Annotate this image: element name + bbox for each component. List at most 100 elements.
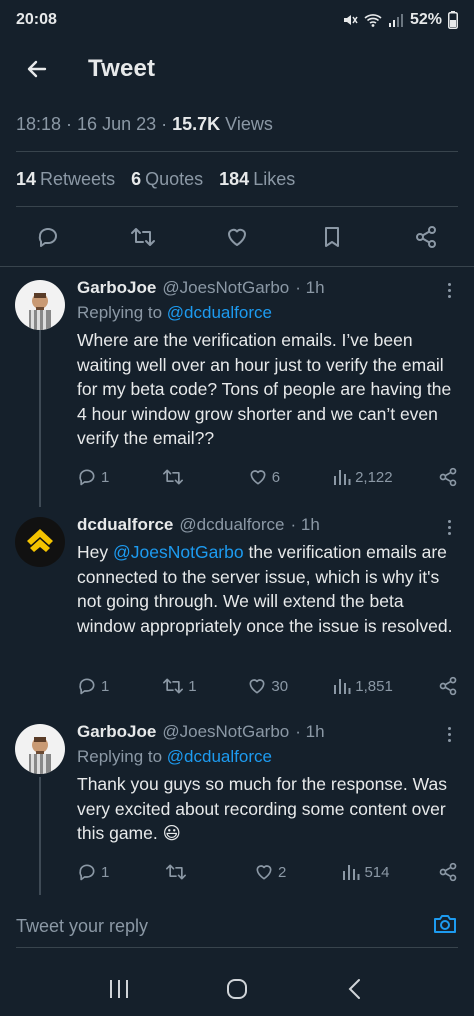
tweet-text-body: Thank you guys so much for the response.… [77, 774, 447, 843]
author-name[interactable]: GarboJoe [77, 722, 156, 742]
bookmark-icon [324, 227, 339, 247]
status-time: 20:08 [16, 11, 57, 28]
like-count: 30 [271, 677, 289, 695]
like-button[interactable] [213, 225, 261, 249]
heart-icon [256, 865, 272, 880]
reply-count: 1 [101, 863, 110, 881]
reply-icon [79, 678, 95, 695]
page-title: Tweet [88, 55, 156, 82]
recents-icon [110, 980, 128, 998]
author-name[interactable]: GarboJoe [77, 278, 156, 298]
reply-tweet[interactable]: GarboJoe @JoesNotGarbo · 1h Replying to … [0, 278, 474, 503]
like-count: 6 [271, 468, 281, 486]
reply-button[interactable]: 1 [77, 676, 117, 696]
tweet-time: 18:18 [16, 114, 62, 134]
retweets-stat[interactable]: 14 Retweets [16, 169, 115, 190]
views-button[interactable]: 1,851 [333, 677, 393, 695]
heart-icon [249, 679, 265, 694]
views-button[interactable]: 2,122 [333, 468, 393, 486]
quotes-label: Quotes [145, 169, 204, 189]
reply-count: 1 [101, 677, 110, 695]
view-count: 514 [364, 863, 390, 881]
battery-icon [448, 11, 458, 29]
view-count: 2,122 [355, 468, 393, 486]
share-icon [416, 226, 436, 248]
likes-stat[interactable]: 184 Likes [219, 169, 295, 190]
retweets-label: Retweets [40, 169, 116, 189]
divider [0, 266, 474, 267]
reply-action-bar: 1 6 2,122 [77, 465, 458, 489]
signal-icon [388, 14, 403, 27]
reply-tweet[interactable]: dcdualforce @dcdualforce · 1h Hey @JoesN… [0, 515, 474, 710]
home-icon [227, 979, 247, 999]
mention-link[interactable]: @JoesNotGarbo [113, 542, 244, 562]
reply-tweet[interactable]: GarboJoe @JoesNotGarbo · 1h Replying to … [0, 722, 474, 892]
author-name[interactable]: dcdualforce [77, 515, 173, 535]
replying-to: Replying to @dcdualforce [77, 747, 456, 767]
views-icon [343, 865, 360, 880]
author-line: GarboJoe @JoesNotGarbo · 1h [77, 278, 456, 298]
mute-icon [343, 15, 358, 25]
replying-to-link[interactable]: @dcdualforce [167, 747, 272, 766]
reply-icon [79, 864, 95, 881]
share-button[interactable] [438, 862, 458, 882]
tweet-date: 16 Jun 23 [77, 114, 157, 134]
retweet-button[interactable] [162, 467, 202, 487]
likes-count: 184 [219, 169, 250, 189]
retweet-button[interactable] [165, 862, 205, 882]
system-nav-bar [0, 965, 474, 1013]
bookmark-button[interactable] [308, 225, 356, 249]
tweet-text: Hey @JoesNotGarbo the verification email… [77, 540, 456, 638]
retweet-icon [163, 469, 184, 485]
avatar[interactable] [15, 280, 65, 330]
reply-count: 1 [101, 468, 110, 486]
reply-button[interactable]: 1 [77, 862, 117, 882]
share-icon [439, 676, 457, 696]
avatar[interactable] [15, 517, 65, 567]
camera-button[interactable] [432, 912, 458, 941]
quotes-stat[interactable]: 6 Quotes [131, 169, 203, 190]
share-button[interactable] [438, 676, 458, 696]
reply-action-bar: 1 2 514 [77, 860, 458, 884]
tweet-meta: 18:18 · 16 Jun 23 · 15.7K Views [16, 114, 273, 135]
share-button[interactable] [402, 225, 450, 249]
like-button[interactable]: 30 [247, 676, 288, 696]
retweet-button[interactable] [119, 225, 167, 249]
separator: · [66, 114, 73, 134]
author-handle[interactable]: @JoesNotGarbo [162, 722, 289, 742]
back-button[interactable] [20, 52, 54, 86]
likes-label: Likes [253, 169, 296, 189]
back-arrow-icon [27, 60, 47, 78]
heart-icon [228, 228, 246, 246]
retweet-button[interactable]: 1 [162, 676, 202, 696]
retweet-icon [130, 228, 155, 246]
replying-to-link[interactable]: @dcdualforce [167, 303, 272, 322]
avatar[interactable] [15, 724, 65, 774]
nav-back-icon [348, 979, 360, 999]
retweet-count: 1 [188, 677, 197, 695]
author-handle[interactable]: @dcdualforce [179, 515, 284, 535]
emoji: 😃 [162, 823, 181, 843]
camera-icon [434, 915, 456, 933]
status-icons: 52% [342, 11, 458, 29]
home-button[interactable] [217, 969, 257, 1009]
share-icon [439, 467, 457, 487]
like-button[interactable]: 6 [248, 467, 288, 487]
author-line: dcdualforce @dcdualforce · 1h [77, 515, 456, 535]
share-button[interactable] [438, 467, 458, 487]
reply-button[interactable]: 1 [77, 467, 117, 487]
dcdualforce-logo [27, 529, 53, 552]
reply-icon [79, 469, 95, 486]
tweet-age: · 1h [295, 278, 325, 297]
wifi-icon [364, 14, 382, 27]
recents-button[interactable] [99, 969, 139, 1009]
reply-button[interactable] [24, 225, 72, 249]
nav-back-button[interactable] [335, 969, 375, 1009]
tweet-age: · 1h [295, 722, 325, 741]
reply-input[interactable] [16, 916, 396, 937]
reply-icon [38, 228, 57, 247]
views-button[interactable]: 514 [342, 863, 389, 881]
author-handle[interactable]: @JoesNotGarbo [162, 278, 289, 298]
like-button[interactable]: 2 [254, 862, 294, 882]
views-count[interactable]: 15.7K [172, 114, 220, 135]
